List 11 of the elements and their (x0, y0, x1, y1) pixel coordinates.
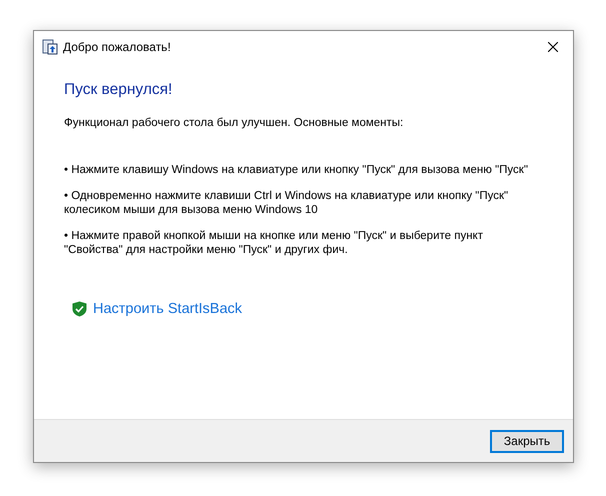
intro-text: Функционал рабочего стола был улучшен. Основные моменты: (64, 117, 404, 129)
window-title: Добро пожаловать! (63, 40, 172, 54)
dialog-heading: Пуск вернулся! (64, 81, 174, 99)
bullet-text: • Одновременно нажмите клавиши Ctrl и Windows на клавиатуре или кнопку "Пуск" колесиком мыши для вызова меню Windows 10 (64, 189, 510, 217)
app-icon (42, 39, 58, 55)
close-icon (548, 42, 558, 52)
shield-icon (72, 301, 87, 317)
bullet-text: • Нажмите клавишу Windows на клавиатуре или кнопку "Пуск" для вызова меню "Пуск" (64, 163, 529, 177)
configure-link[interactable]: Настроить StartIsBack (93, 301, 242, 317)
bullet-text: • Нажмите правой кнопкой мыши на кнопке или меню "Пуск" и выберите пункт "Свойства" для настройки меню "Пуск" и других фич. (64, 229, 484, 257)
close-dialog-button[interactable]: Закрыть (490, 430, 564, 452)
